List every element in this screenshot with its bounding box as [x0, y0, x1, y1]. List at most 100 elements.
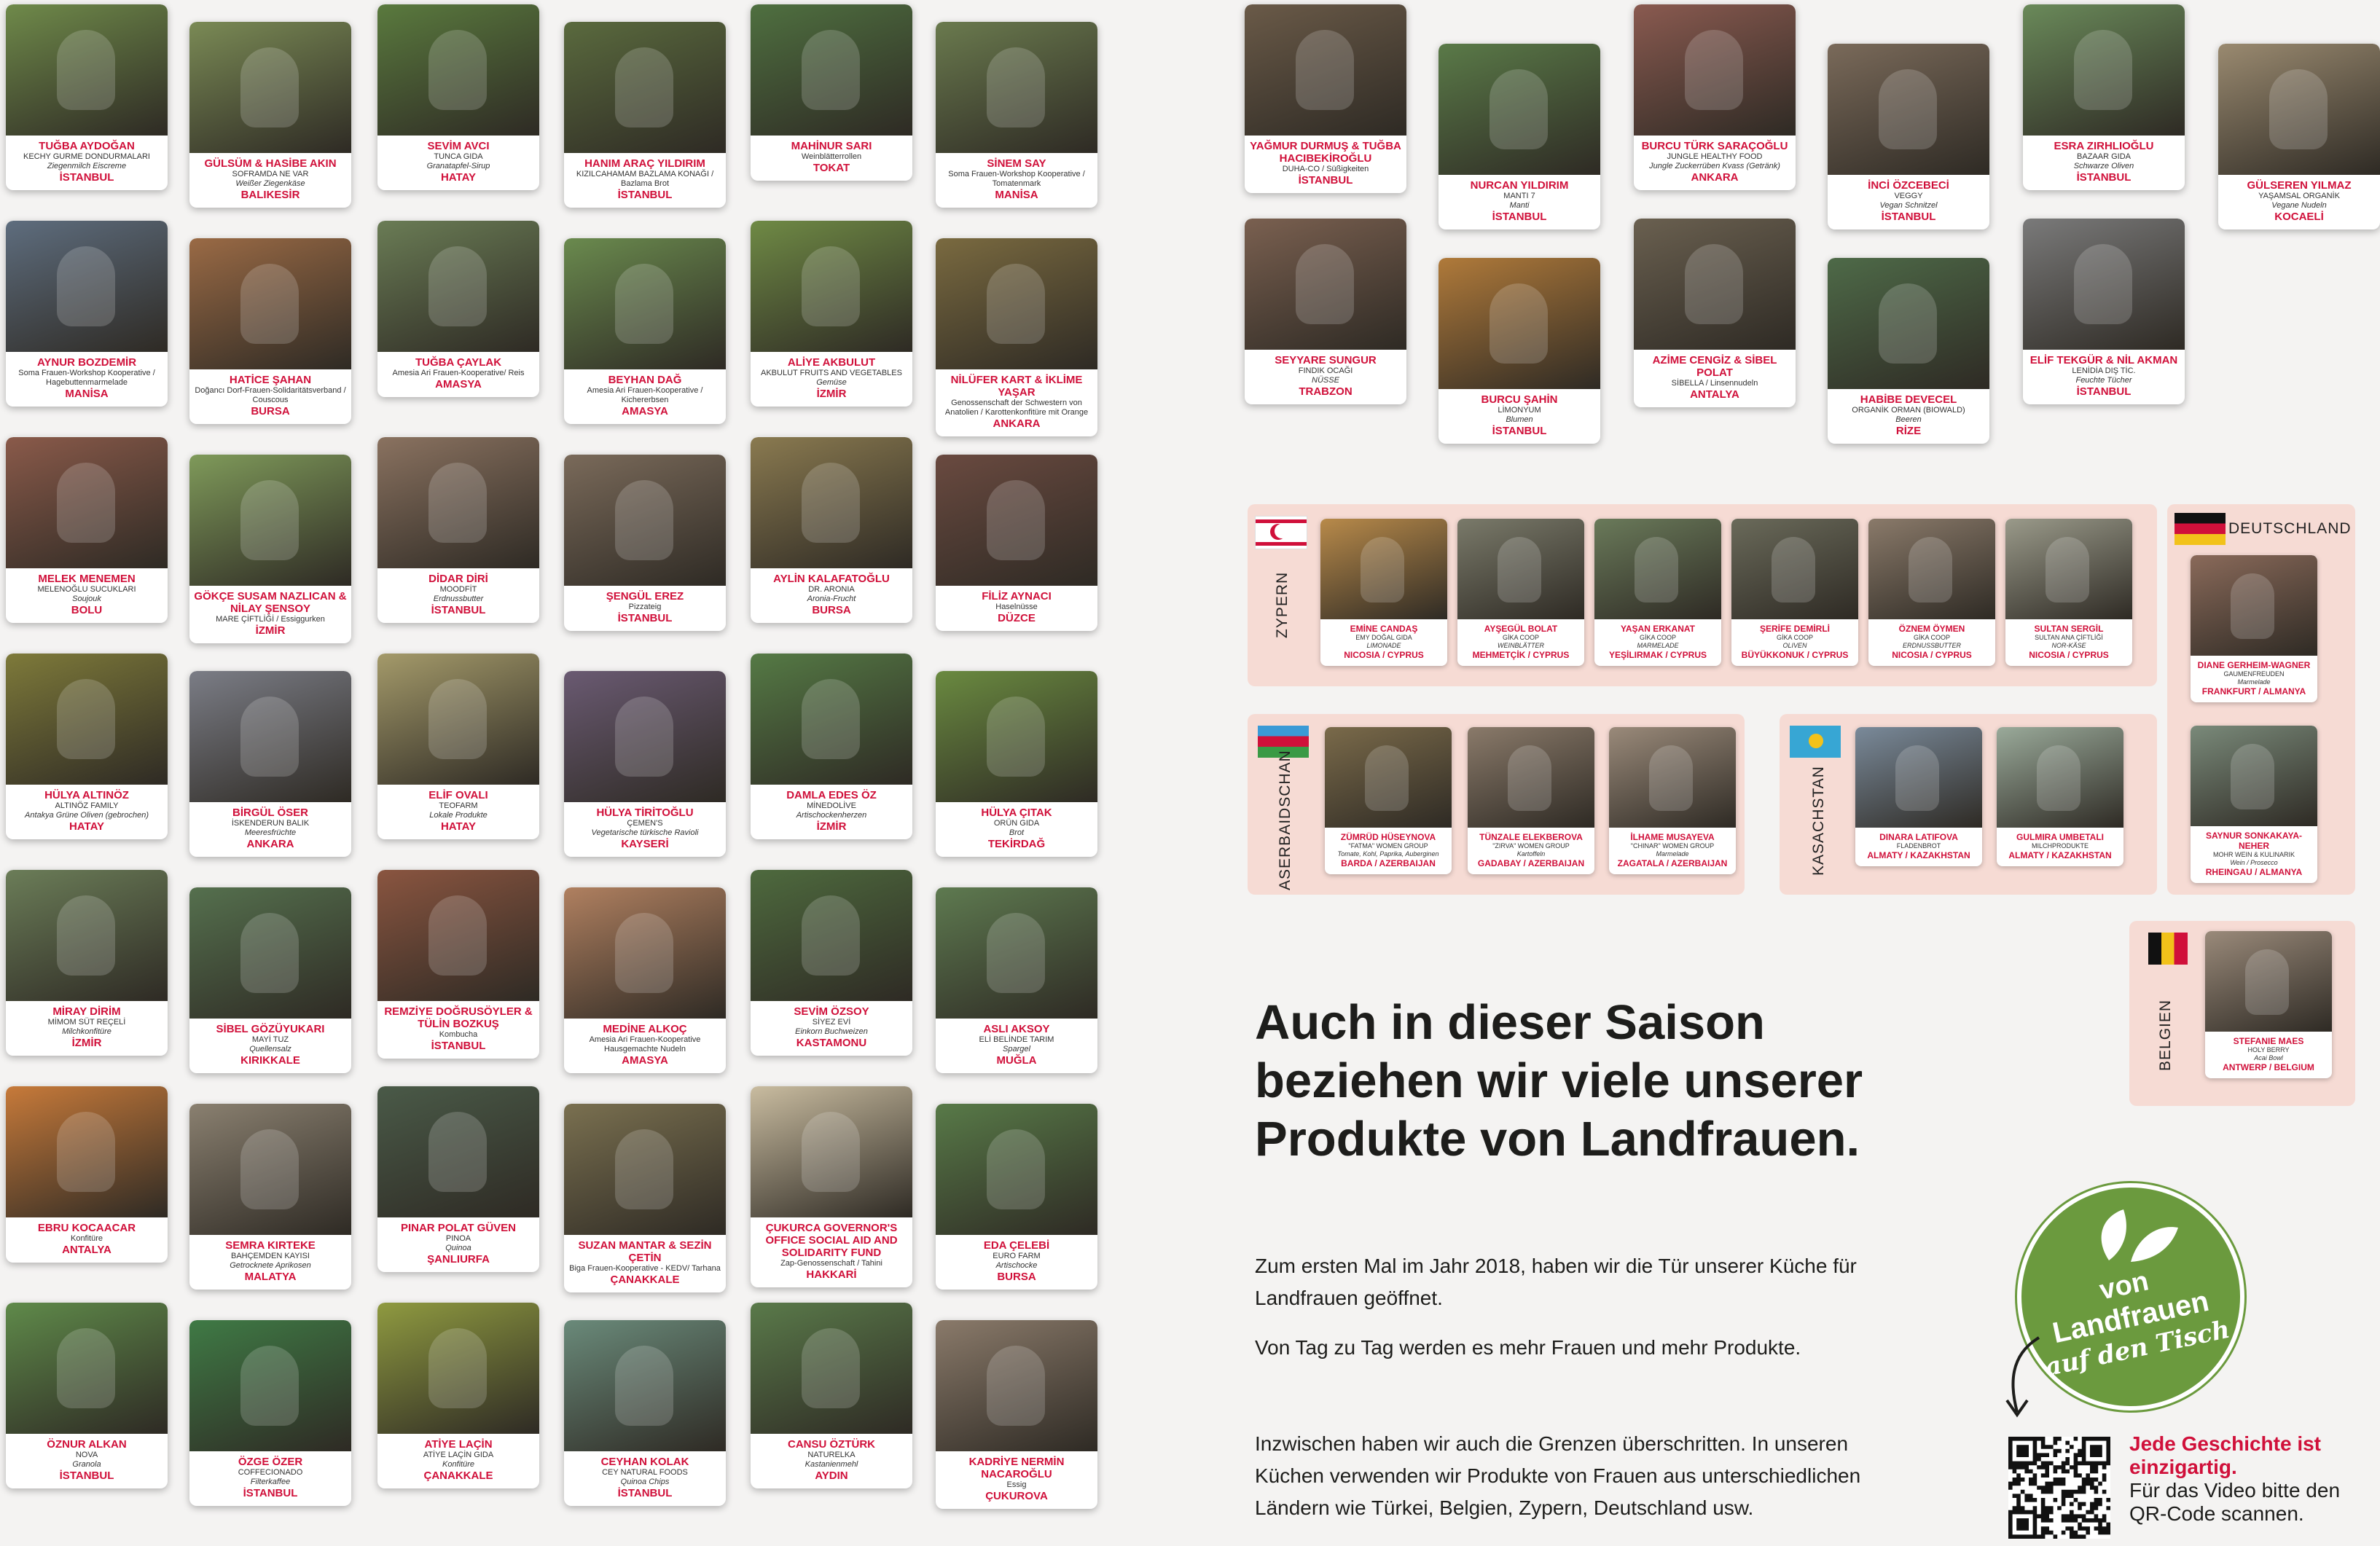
producer-name: DINARA LATIFOVA [1879, 832, 1958, 842]
producer-city: DÜZCE [998, 612, 1036, 624]
producer-city: YEŞİLIRMAK / CYPRUS [1608, 650, 1707, 660]
producer-name: PINAR POLAT GÜVEN [400, 1222, 517, 1234]
producer-city: İSTANBUL [1492, 425, 1547, 437]
producer-photo [189, 1104, 351, 1235]
producer-city: ANKARA [993, 417, 1041, 430]
producer-caption: MELEK MENEMEN MELENOĞLU SUCUKLARI Soujouk B… [6, 568, 168, 623]
producer-product: Erdnussbutter [433, 595, 484, 603]
country-label-kazakhstan: KASACHSTAN [1810, 766, 1827, 876]
producer-photo [1609, 727, 1736, 828]
producer-company: Amesia Ari Frauen-Kooperative / Kicherer… [587, 386, 703, 404]
producer-card: CANSU ÖZTÜRK NATURELKA Kastanienmehl AYDIN [751, 1303, 912, 1488]
producer-caption: BİRGÜL ÖSER İSKENDERUN BALIK Meeresfrüchte… [189, 802, 351, 857]
producer-product: Einkorn Buchweizen [795, 1027, 868, 1036]
producer-product: WEINBLÄTTER [1497, 642, 1544, 649]
producer-name: İNCİ ÖZCEBECİ [1868, 179, 1949, 192]
producer-product: Artischocke [995, 1261, 1038, 1270]
producer-caption: ÖZGE ÖZER COFFECIONADO Filterkaffee İSTANBU… [189, 1451, 351, 1506]
producer-caption: HATİCE ŞAHAN Doğancı Dorf-Frauen-Solidari… [189, 369, 351, 424]
producer-card: MİRAY DİRİM MİMOM SÜT REÇELİ Milchkonfitür… [6, 870, 168, 1056]
producer-card: STEFANIE MAES HOLY BERRY Acai Bowl ANTWERP … [2205, 931, 2332, 1078]
producer-product: Konfitüre [442, 1460, 475, 1469]
producer-product: Wein / Prosecco [2230, 859, 2278, 866]
producer-product: Getrocknete Aprikosen [230, 1261, 311, 1270]
producer-city: HAKKARİ [806, 1268, 857, 1281]
producer-company: PINOA [445, 1234, 471, 1243]
qr-caption-text: Für das Video bitte den QR-Code scannen. [2129, 1479, 2341, 1525]
producer-photo [751, 1086, 912, 1217]
left-portrait-grid: TUĞBA AYDOĞAN KECHY GURME DONDURMALARI Zie… [0, 0, 1166, 1546]
producer-name: HANIM ARAÇ YILDIRIM [584, 157, 705, 170]
producer-name: ATİYE LAÇİN [424, 1438, 493, 1451]
producer-caption: MEDİNE ALKOÇ Amesia Ari Frauen-Kooperativ… [564, 1019, 726, 1073]
producer-product: Artischockenherzen [796, 811, 867, 820]
producer-name: NURCAN YILDIRIM [1470, 179, 1569, 192]
producer-card: ELİF OVALI TEOFARM Lokale Produkte HATAY [377, 654, 539, 839]
producer-photo [751, 654, 912, 785]
producer-photo [1634, 4, 1796, 136]
producer-photo [1438, 44, 1600, 175]
producer-city: ÇANAKKALE [610, 1274, 680, 1286]
producer-product: Gemüse [816, 378, 847, 387]
producer-caption: ŞERİFE DEMİRLİ GİKA COOP OLIVEN BÜYÜKKONUK … [1731, 619, 1858, 666]
producer-product: Vegane Nudeln [2271, 201, 2327, 210]
producer-city: BÜYÜKKONUK / CYPRUS [1741, 650, 1849, 660]
producer-company: JUNGLE HEALTHY FOOD [1667, 152, 1763, 161]
producer-company: "FATMA" WOMEN GROUP [1348, 842, 1428, 849]
producer-card: FİLİZ AYNACI Haselnüsse DÜZCE [936, 455, 1097, 631]
qr-code[interactable] [2008, 1437, 2110, 1539]
producer-city: TOKAT [813, 162, 850, 174]
producer-photo [564, 1104, 726, 1235]
producer-city: ZAGATALA / AZERBAIJAN [1617, 858, 1728, 868]
producer-name: ASLI AKSOY [983, 1023, 1050, 1035]
producer-card: AYNUR BOZDEMİR Soma Frauen-Workshop Koope… [6, 221, 168, 407]
producer-card: AYLİN KALAFATOĞLU DR. ARONIA Aronia-Frucht… [751, 437, 912, 623]
producer-caption: HÜLYA TİRİTOĞLU ÇEMEN'S Vegetarische türki… [564, 802, 726, 857]
producer-card: GÜLSÜM & HASİBE AKIN SOFRAMDA NE VAR Weiße… [189, 22, 351, 208]
producer-photo [936, 671, 1097, 802]
producer-photo [2005, 519, 2132, 619]
producer-photo [1828, 258, 1989, 389]
producer-city: MANİSA [65, 388, 109, 400]
producer-photo [6, 1303, 168, 1434]
producer-card: TUĞBA AYDOĞAN KECHY GURME DONDURMALARI Zie… [6, 4, 168, 190]
producer-card: GÖKÇE SUSAM NAZLICAN & NİLAY ŞENSOY MARE … [189, 455, 351, 643]
intro-paragraph-2: Von Tag zu Tag werden es mehr Frauen und… [1255, 1336, 1801, 1359]
producer-product: Granatapfel-Sirup [426, 162, 490, 170]
kazakhstan-flag [1790, 726, 1841, 758]
producer-name: HÜLYA ÇITAK [981, 807, 1052, 819]
producer-photo [1634, 219, 1796, 350]
producer-name: EMİNE CANDAŞ [1350, 624, 1418, 634]
producer-city: BALIKESİR [240, 189, 300, 201]
producer-city: ŞANLIURFA [427, 1253, 490, 1266]
producer-photo [6, 4, 168, 136]
producer-city: BURSA [997, 1271, 1036, 1283]
producer-city: İSTANBUL [59, 171, 114, 184]
producer-photo [936, 238, 1097, 369]
producer-city: RİZE [1895, 425, 1922, 437]
producer-product: OLIVEN [1782, 642, 1807, 649]
producer-name: NİLÜFER KART & İKLİME YAŞAR [950, 374, 1083, 399]
producer-company: VEGGY [1894, 192, 1923, 200]
producer-photo [189, 455, 351, 586]
producer-photo [1325, 727, 1452, 828]
producer-company: FINDIK OCAĞI [1298, 366, 1353, 375]
producer-caption: ÇUKURCA GOVERNOR'S OFFICE SOCIAL AID AND… [751, 1217, 912, 1287]
producer-photo [189, 22, 351, 153]
producer-product: Kastanienmehl [805, 1460, 858, 1469]
producer-caption: AYŞEGÜL BOLAT GİKA COOP WEINBLÄTTER MEHMETÇ… [1457, 619, 1584, 666]
producer-company: Genossenschaft der Schwestern von Anatol… [944, 399, 1089, 417]
producer-product: Granola [72, 1460, 101, 1469]
producer-city: MANİSA [995, 189, 1038, 201]
producer-name: DIANE GERHEIM-WAGNER [2197, 660, 2311, 670]
producer-city: İSTANBUL [243, 1487, 298, 1499]
producer-caption: GÖKÇE SUSAM NAZLICAN & NİLAY ŞENSOY MARE … [189, 586, 351, 643]
producer-product: Antakya Grüne Oliven (gebrochen) [25, 811, 149, 820]
producer-product: Beeren [1895, 415, 1922, 424]
producer-caption: BURCU ŞAHİN LİMONYUM Blumen İSTANBUL [1438, 389, 1600, 444]
producer-name: TUĞBA AYDOĞAN [39, 140, 135, 152]
producer-city: İSTANBUL [2076, 171, 2132, 184]
producer-name: ŞENGÜL EREZ [606, 590, 684, 603]
producer-card: SULTAN SERGİL SULTAN ANA ÇİFTLİĞİ NOR-KÄSE… [2005, 519, 2132, 666]
producer-card: BİRGÜL ÖSER İSKENDERUN BALIK Meeresfrüchte… [189, 671, 351, 857]
